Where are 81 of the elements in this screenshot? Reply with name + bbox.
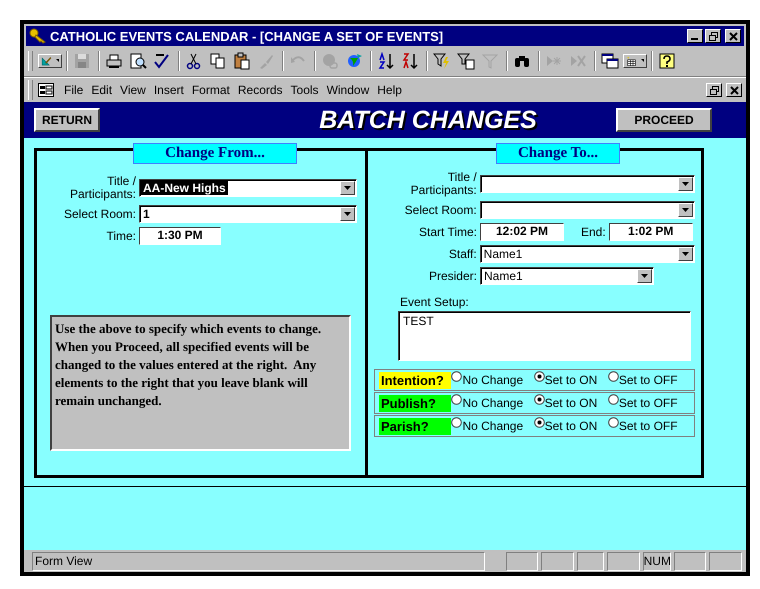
caret-icon [344,212,351,216]
status-panel [541,552,574,570]
caret-icon[interactable] [56,59,59,63]
restore-button[interactable] [706,83,722,97]
status-panel [709,552,742,570]
radio-button[interactable]: No Change [451,396,534,410]
option-label: Publish? [379,394,452,412]
close-button[interactable] [725,29,741,43]
menu-item[interactable]: Tools [286,83,323,97]
combo-box[interactable]: 1 [139,205,357,223]
menu-item[interactable]: Edit [87,83,116,97]
time-field[interactable]: 1:30 PM [139,227,221,245]
combo-box[interactable]: Name1 [480,267,654,285]
radio-button[interactable]: No Change [451,373,534,387]
section-heading: Change To... [496,143,620,164]
proceed-button[interactable]: PROCEED [616,108,712,132]
minimize-button[interactable] [687,29,703,43]
menu-item[interactable]: Insert [150,83,188,97]
status-panel [674,552,706,570]
menu-item[interactable]: Window [322,83,374,97]
option-label: Intention? [379,372,452,388]
text-area[interactable]: TEST [398,311,691,361]
window-title: CATHOLIC EVENTS CALENDAR - [CHANGE A SET OF EVENTS] [50,28,444,44]
key-icon [29,28,47,44]
combo-box[interactable]: Name1 [480,245,695,263]
section-heading: Change From... [133,143,297,164]
return-button[interactable]: RETURN [34,108,100,132]
field-label: Event Setup: [400,295,470,309]
dropdown-button[interactable] [678,177,693,191]
close-button[interactable] [726,83,742,97]
field-label: Select Room: [404,204,477,216]
menu-item[interactable]: File [60,83,88,97]
status-panel [506,552,538,570]
field-label: End: [581,226,606,238]
radio-button[interactable]: No Change [451,419,534,433]
close-icon [730,86,738,94]
caret-icon [344,186,351,190]
radio-button[interactable]: Set to OFF [608,396,690,410]
field-label: Title / Participants: [410,171,477,197]
menu-item[interactable]: Help [373,83,406,97]
status-panel [606,552,640,570]
dropdown-button[interactable] [340,181,355,195]
dropdown-button[interactable] [678,203,693,217]
combo-box[interactable] [480,201,695,219]
field-label: Title / Participants: [68,175,136,201]
radio-button[interactable]: Set to ON [534,419,608,433]
close-icon [728,32,738,40]
field-label: Time: [105,230,136,242]
end-time-field[interactable]: 1:02 PM [608,223,693,241]
dropdown-button[interactable] [678,247,693,261]
radio-button[interactable]: Set to ON [534,396,608,410]
radio-button[interactable]: Set to OFF [608,373,690,387]
radio-button[interactable]: Set to OFF [608,419,690,433]
radio-button[interactable]: Set to ON [534,373,608,387]
field-label: Start Time: [418,226,477,238]
field-label: Select Room: [62,208,136,220]
restore-icon [710,86,718,94]
combo-box[interactable]: AA-New Highs [139,179,357,197]
menu-item[interactable]: View [116,83,150,97]
form-icon[interactable] [38,83,54,97]
caret-icon [682,252,689,256]
restore-icon [708,32,718,40]
num-lock-indicator: NUM [642,552,671,570]
caret-icon [641,274,648,278]
instructions-text: Use the above to specify which events to change. When you Proceed, all specified events will be changed to the values entered at the right. Any elements to the right that you leave blank will remain unchanged. [50,315,351,451]
restore-button[interactable] [705,29,721,43]
option-label: Parish? [379,418,452,434]
dropdown-button[interactable] [340,207,355,221]
form-title: BATCH CHANGES [319,106,537,134]
caret-icon [682,208,689,212]
status-text: Form View [32,552,485,570]
field-label: Staff: [448,248,477,260]
caret-icon[interactable] [640,59,644,63]
status-panel [577,552,604,570]
start-time-field[interactable]: 12:02 PM [480,223,564,241]
menu-item[interactable]: Format [188,83,234,97]
field-label: Presider: [428,270,477,282]
dropdown-button[interactable] [637,269,652,283]
caret-icon [682,182,689,186]
combo-box[interactable] [480,175,695,193]
menu-item[interactable]: Records [234,83,287,97]
